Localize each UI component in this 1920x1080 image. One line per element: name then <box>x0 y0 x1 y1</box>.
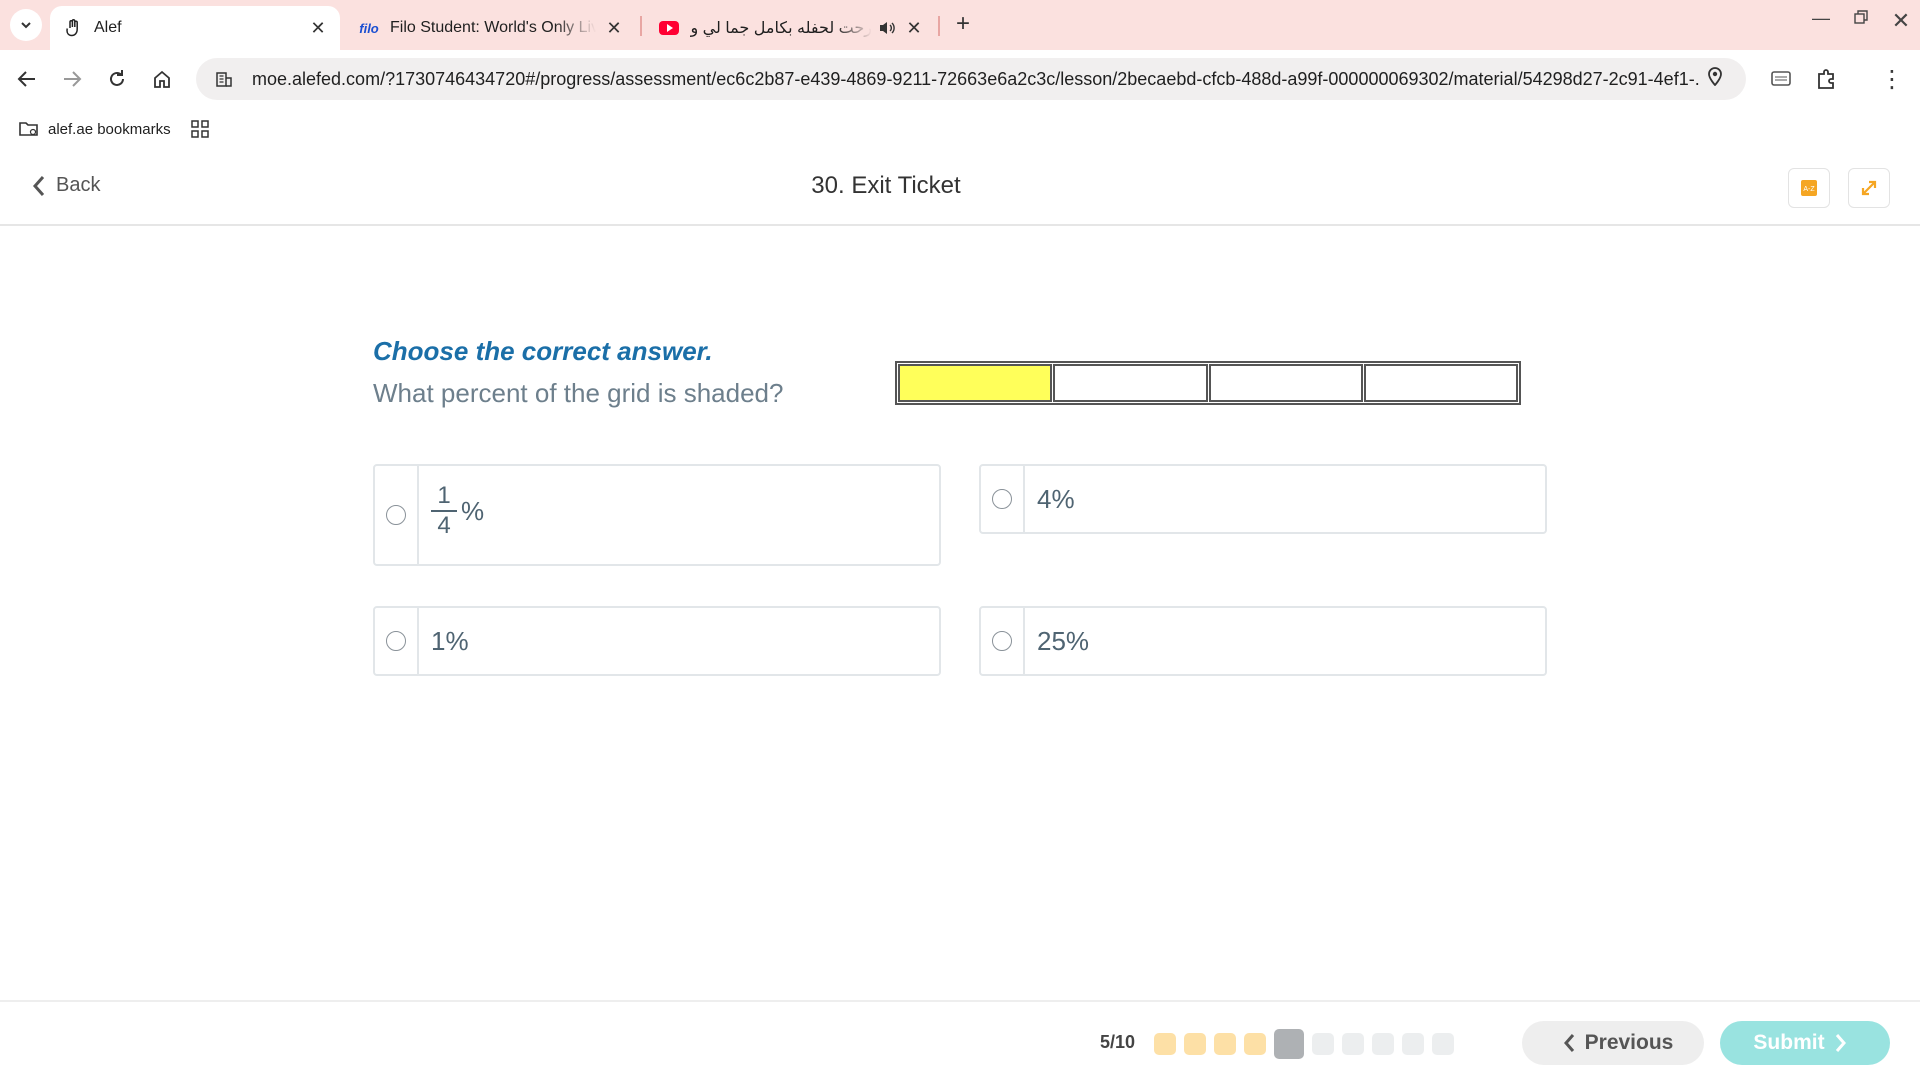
radio-button[interactable] <box>386 505 406 525</box>
answer-option-b[interactable]: 4% <box>979 464 1547 534</box>
chevron-down-icon <box>21 22 31 29</box>
option-text: 1 4 % <box>419 466 484 564</box>
page-title: 30. Exit Ticket <box>811 172 961 199</box>
tab-search-button[interactable] <box>10 9 42 41</box>
back-arrow-icon[interactable] <box>12 64 42 94</box>
new-tab-button[interactable]: + <box>948 10 978 38</box>
grid-cell <box>1363 364 1518 402</box>
bookmark-label: alef.ae bookmarks <box>48 120 171 138</box>
progress-dot[interactable] <box>1154 1033 1176 1055</box>
svg-text:A-Z: A-Z <box>1803 186 1815 193</box>
option-radio-cell <box>375 608 419 674</box>
site-info-icon[interactable] <box>212 70 236 88</box>
previous-label: Previous <box>1584 1031 1674 1054</box>
speaker-icon[interactable] <box>878 20 896 36</box>
restore-icon[interactable] <box>1846 8 1876 29</box>
progress-counter: 5/10 <box>1100 1032 1136 1052</box>
chevron-right-icon <box>1835 1034 1846 1052</box>
progress-dot-current[interactable] <box>1274 1029 1304 1059</box>
previous-button[interactable]: Previous <box>1522 1021 1704 1065</box>
option-radio-cell <box>375 466 419 564</box>
bookmarks-bar: alef.ae bookmarks <box>0 108 1920 150</box>
fraction-numerator: 1 <box>437 482 451 509</box>
progress-dot[interactable] <box>1372 1033 1394 1055</box>
answer-option-a[interactable]: 1 4 % <box>373 464 941 566</box>
question-instruction: Choose the correct answer. <box>373 336 713 366</box>
submit-button[interactable]: Submit <box>1720 1021 1890 1065</box>
minimize-icon[interactable]: — <box>1806 8 1836 29</box>
submit-label: Submit <box>1753 1031 1825 1054</box>
question-prompt: What percent of the grid is shaded? <box>373 378 784 408</box>
grid-cell-shaded <box>898 364 1053 402</box>
tab-alef[interactable]: Alef ✕ <box>50 6 340 50</box>
fullscreen-button[interactable] <box>1848 168 1890 208</box>
hand-icon <box>62 19 84 37</box>
tab-separator <box>938 16 940 36</box>
grid-cell <box>1208 364 1363 402</box>
progress-dots <box>1154 1029 1462 1059</box>
tab-filo[interactable]: filo Filo Student: World's Only Live Ins… <box>346 6 636 50</box>
percent-sign: % <box>461 496 485 526</box>
progress-dot[interactable] <box>1244 1033 1266 1055</box>
tab-youtube[interactable]: رحت لحفله بكامل جما لي ولماذا ✕ <box>646 6 936 50</box>
tab-title: رحت لحفله بكامل جما لي ولماذا <box>690 20 872 37</box>
progress-dot[interactable] <box>1214 1033 1236 1055</box>
browser-tab-strip: Alef ✕ filo Filo Student: World's Only L… <box>0 0 1920 50</box>
dictionary-icon: A-Z <box>1801 180 1817 196</box>
glossary-button[interactable]: A-Z <box>1788 168 1830 208</box>
answer-option-d[interactable]: 25% <box>979 606 1547 676</box>
radio-button[interactable] <box>386 631 406 651</box>
option-text: 4% <box>1037 484 1075 514</box>
close-tab-icon[interactable]: ✕ <box>308 18 328 39</box>
close-tab-icon[interactable]: ✕ <box>904 18 924 39</box>
lesson-header: Back 30. Exit Ticket A-Z <box>0 150 1920 226</box>
grid-cell <box>1053 364 1208 402</box>
radio-button[interactable] <box>992 489 1012 509</box>
progress-dot[interactable] <box>1312 1033 1334 1055</box>
cast-icon[interactable] <box>1766 64 1796 94</box>
assessment-footer: 5/10 Previous Submit <box>0 1000 1920 1080</box>
more-menu-icon[interactable]: ⋮ <box>1877 64 1907 94</box>
folder-icon <box>18 120 40 138</box>
forward-arrow-icon[interactable] <box>57 64 87 94</box>
option-radio-cell <box>981 466 1025 532</box>
tab-title: Alef <box>94 19 122 36</box>
extensions-icon[interactable] <box>1811 64 1841 94</box>
youtube-icon <box>658 21 680 35</box>
expand-icon <box>1861 180 1877 196</box>
progress-dot[interactable] <box>1342 1033 1364 1055</box>
close-tab-icon[interactable]: ✕ <box>604 18 624 39</box>
address-bar[interactable]: moe.alefed.com/?1730746434720#/progress/… <box>196 58 1746 100</box>
location-pin-icon[interactable] <box>1700 66 1730 92</box>
progress-dot[interactable] <box>1402 1033 1424 1055</box>
apps-grid-icon <box>190 120 209 138</box>
bookmark-folder[interactable]: alef.ae bookmarks <box>18 120 171 138</box>
url-text: moe.alefed.com/?1730746434720#/progress/… <box>252 68 1700 89</box>
filo-logo-icon: filo <box>359 20 379 36</box>
fraction-denominator: 4 <box>437 511 451 539</box>
browser-toolbar: moe.alefed.com/?1730746434720#/progress/… <box>0 50 1920 108</box>
chevron-left-icon <box>1563 1034 1574 1052</box>
progress-dot[interactable] <box>1432 1033 1454 1055</box>
option-radio-cell <box>981 608 1025 674</box>
radio-button[interactable] <box>992 631 1012 651</box>
apps-grid-button[interactable] <box>190 120 217 138</box>
fraction: 1 4 <box>431 482 457 540</box>
home-icon[interactable] <box>147 64 177 94</box>
fraction-grid <box>895 361 1521 405</box>
answer-option-c[interactable]: 1% <box>373 606 941 676</box>
reload-icon[interactable] <box>102 64 132 94</box>
progress-dot[interactable] <box>1184 1033 1206 1055</box>
tab-title: Filo Student: World's Only Live Instant … <box>390 19 596 36</box>
option-text: 1% <box>431 625 469 656</box>
tab-separator <box>640 16 642 36</box>
close-window-icon[interactable]: ✕ <box>1886 8 1916 34</box>
option-text: 25% <box>1037 625 1090 656</box>
